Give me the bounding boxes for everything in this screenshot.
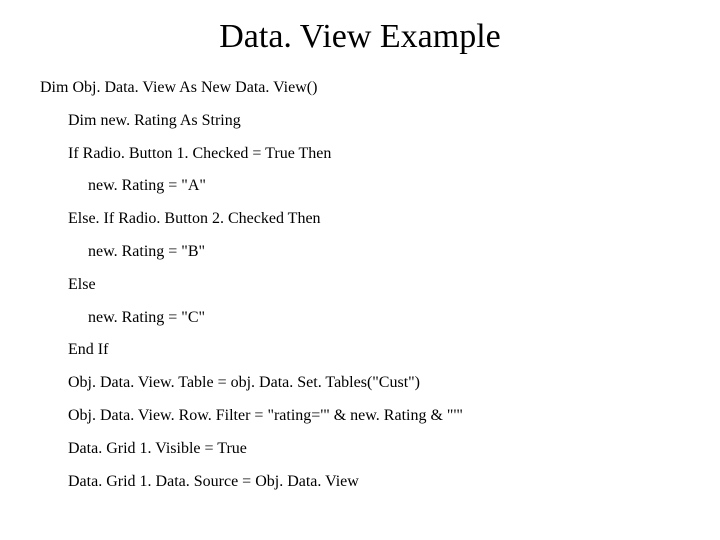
code-line: Else: [68, 277, 680, 294]
code-line: new. Rating = "A": [88, 178, 680, 195]
code-line: Data. Grid 1. Data. Source = Obj. Data. …: [68, 474, 680, 491]
code-line: Else. If Radio. Button 2. Checked Then: [68, 211, 680, 228]
code-line: Data. Grid 1. Visible = True: [68, 441, 680, 458]
code-line: new. Rating = "C": [88, 310, 680, 327]
page-title: Data. View Example: [40, 18, 680, 56]
code-block: Dim Obj. Data. View As New Data. View() …: [40, 80, 680, 490]
code-line: new. Rating = "B": [88, 244, 680, 261]
code-line: If Radio. Button 1. Checked = True Then: [68, 146, 680, 163]
slide: Data. View Example Dim Obj. Data. View A…: [0, 0, 720, 516]
code-line: Dim new. Rating As String: [68, 113, 680, 130]
code-line: Dim Obj. Data. View As New Data. View(): [40, 80, 680, 97]
code-line: Obj. Data. View. Table = obj. Data. Set.…: [68, 375, 680, 392]
code-line: End If: [68, 342, 680, 359]
code-line: Obj. Data. View. Row. Filter = "rating='…: [68, 408, 680, 425]
